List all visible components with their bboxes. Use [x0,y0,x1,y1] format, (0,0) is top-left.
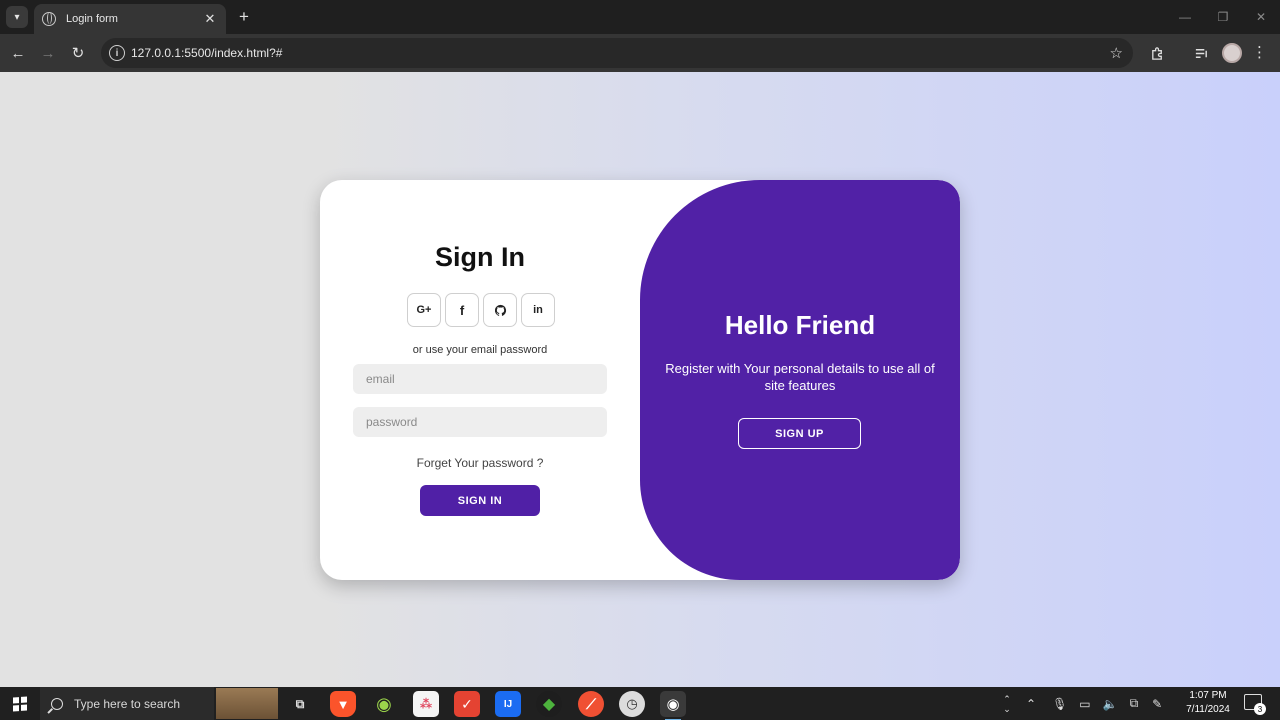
clock-app-icon[interactable]: ◷ [619,691,645,717]
page-viewport: Sign In G+ f in or use your email passwo… [0,72,1280,687]
site-info-icon[interactable]: i [109,45,125,61]
browser-toolbar: ← → ↻ i 127.0.0.1:5500/index.html?# ☆ ⋮ [0,34,1280,72]
signin-button[interactable]: SIGN IN [420,485,540,516]
app-icon-dots[interactable]: ⁂ [413,691,439,717]
signin-form: Sign In G+ f in or use your email passwo… [320,180,640,580]
todo-app-icon[interactable]: ✓ [454,691,480,717]
media-control-icon[interactable] [1191,43,1211,63]
notification-icon[interactable]: 3 [1244,694,1266,715]
search-placeholder: Type here to search [74,696,181,711]
signin-title: Sign In [435,242,525,272]
globe-icon [42,12,56,26]
task-view-icon[interactable]: ⧉ [287,691,313,717]
search-highlight-image[interactable] [216,688,278,719]
queue-music-icon [1195,48,1207,58]
volume-icon[interactable]: 🔈 [1103,697,1118,711]
start-button[interactable] [0,687,40,720]
windows-logo-icon [13,696,27,711]
address-bar[interactable]: i 127.0.0.1:5500/index.html?# ☆ [101,38,1133,68]
github-button[interactable] [483,293,517,327]
tab-search-button[interactable]: ▾ [6,6,28,28]
new-tab-button[interactable]: + [236,7,252,27]
forward-arrow-icon[interactable]: → [38,43,58,63]
notification-badge: 3 [1254,703,1266,715]
brave-browser-icon[interactable]: ▼ [330,691,356,717]
hello-panel: Hello Friend Register with Your personal… [640,180,960,580]
show-hidden-icons[interactable]: ⌃ [1026,697,1036,711]
facebook-button[interactable]: f [445,293,479,327]
search-icon [51,697,63,710]
taskbar: Type here to search ⧉ ▼ ◉ ⁂ ✓ IJ ◆ ⟋ ◷ ◉… [0,687,1280,720]
tab-title: Login form [66,13,118,25]
forgot-password-link[interactable]: Forget Your password ? [320,456,640,470]
profile-avatar[interactable] [1222,43,1242,63]
tab-close-icon[interactable]: ✕ [202,11,218,27]
google-icon: G+ [416,304,432,316]
more-menu-icon[interactable]: ⋮ [1252,43,1267,63]
taskbar-search[interactable]: Type here to search [40,687,214,720]
minimize-button[interactable]: — [1166,0,1204,34]
bookmark-star-icon[interactable]: ☆ [1110,44,1123,62]
github-icon [494,304,506,316]
password-field[interactable] [353,407,607,437]
facebook-icon: f [459,302,465,318]
linkedin-icon: in [533,304,543,316]
email-field[interactable] [353,364,607,394]
battery-icon[interactable]: ▭ [1079,697,1090,711]
google-button[interactable]: G+ [407,293,441,327]
login-card: Sign In G+ f in or use your email passwo… [320,180,960,580]
close-window-button[interactable]: ✕ [1242,0,1280,34]
hello-text: Register with Your personal details to u… [665,361,935,393]
system-tray: ⌃ ⌄ ⌃ 🎙 ▭ 🔈 ⧉ ✎ [1002,687,1162,720]
browser-tab-bar: ▾ Login form ✕ + — ❐ ✕ [0,0,1280,34]
alt-signin-text: or use your email password [412,344,548,356]
social-buttons: G+ f in [407,293,555,327]
signup-button[interactable]: SIGN UP [738,418,861,449]
browser-tab[interactable]: Login form ✕ [34,4,226,34]
extensions-icon[interactable] [1147,43,1167,63]
reload-icon[interactable]: ↻ [68,43,88,63]
linkedin-button[interactable]: in [521,293,555,327]
display-icon[interactable]: ⧉ [1130,696,1139,711]
mongodb-icon[interactable]: ◆ [536,691,562,717]
microphone-icon[interactable]: 🎙 [1052,697,1067,711]
clock-time: 1:07 PM [1189,690,1227,701]
jetbrains-icon[interactable]: IJ [495,691,521,717]
back-arrow-icon[interactable]: ← [8,43,28,63]
chrome-canary-icon[interactable]: ◉ [371,691,397,717]
git-app-icon[interactable]: ⟋ [578,691,604,717]
restore-button[interactable]: ❐ [1204,0,1242,34]
obs-studio-icon[interactable]: ◉ [660,691,686,720]
window-controls: — ❐ ✕ [1166,0,1280,34]
hello-title: Hello Friend [724,310,876,340]
puzzle-icon [1151,46,1162,60]
tray-scroll-icon[interactable]: ⌃ ⌄ [1002,694,1012,714]
clock-date: 7/11/2024 [1186,704,1230,715]
url-text[interactable]: 127.0.0.1:5500/index.html?# [131,46,1110,60]
pen-icon[interactable]: ✎ [1152,697,1162,711]
taskbar-clock[interactable]: 1:07 PM 7/11/2024 [1176,689,1240,717]
